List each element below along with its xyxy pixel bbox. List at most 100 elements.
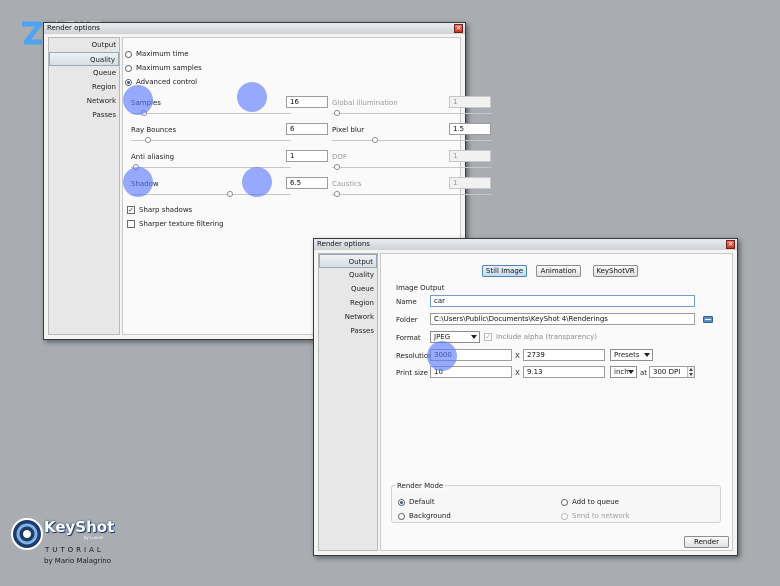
global-illumination-slider[interactable] bbox=[332, 110, 492, 116]
anti-aliasing-field[interactable]: 1 bbox=[286, 150, 328, 162]
slider-knob[interactable] bbox=[372, 137, 378, 143]
anti-aliasing-label: Anti aliasing bbox=[131, 153, 175, 161]
include-alpha-option[interactable]: ✓ Include alpha (transparency) bbox=[484, 331, 597, 343]
format-label: Format bbox=[396, 334, 421, 342]
brand-subtitle: TUTORIAL bbox=[45, 546, 104, 554]
radio-selected-icon[interactable] bbox=[398, 498, 405, 506]
checkbox-icon[interactable] bbox=[127, 220, 135, 228]
window-title: Render options bbox=[317, 240, 370, 248]
sharper-texture-option[interactable]: Sharper texture filtering bbox=[127, 218, 224, 230]
anti-aliasing-slider[interactable] bbox=[131, 164, 291, 170]
radio-icon[interactable] bbox=[125, 50, 132, 58]
radio-icon[interactable] bbox=[125, 64, 132, 72]
keyshotvr-button[interactable]: KeyShotVR bbox=[593, 265, 638, 277]
mode-send-to-network[interactable]: Send to network bbox=[561, 510, 630, 522]
radio-selected-icon[interactable] bbox=[125, 78, 132, 86]
mode-max-time[interactable]: Maximum time bbox=[125, 48, 189, 60]
sidebar-item-passes[interactable]: Passes bbox=[49, 108, 119, 122]
ray-bounces-label: Ray Bounces bbox=[131, 126, 177, 134]
sidebar-item-output[interactable]: Output bbox=[49, 38, 119, 52]
radio-disabled-icon[interactable] bbox=[561, 512, 568, 520]
sidebar-item-quality[interactable]: Quality bbox=[319, 268, 377, 282]
resolution-height-field[interactable]: 2739 bbox=[523, 349, 605, 361]
animation-button[interactable]: Animation bbox=[536, 265, 581, 277]
brand-name: KeyShot bbox=[44, 518, 115, 536]
brand-tagline: by Luxion bbox=[84, 535, 104, 540]
window-title: Render options bbox=[47, 24, 100, 32]
sharp-shadows-option[interactable]: ✓ Sharp shadows bbox=[127, 204, 192, 216]
dof-slider[interactable] bbox=[332, 164, 492, 170]
print-height-field[interactable]: 9.13 bbox=[523, 366, 605, 378]
image-output-heading: Image Output bbox=[396, 284, 445, 292]
sidebar-item-quality[interactable]: Quality bbox=[49, 52, 119, 66]
mode-default[interactable]: Default bbox=[398, 496, 435, 508]
still-image-button[interactable]: Still Image bbox=[482, 265, 527, 277]
window-titlebar[interactable]: Render options bbox=[44, 23, 465, 34]
brand-author: by Mario Malagrino bbox=[44, 557, 112, 565]
highlight-samples bbox=[123, 85, 153, 115]
dof-label: DOF bbox=[332, 153, 347, 161]
render-button[interactable]: Render bbox=[684, 536, 729, 548]
window-titlebar[interactable]: Render options bbox=[314, 239, 737, 250]
keyshot-logo-icon bbox=[11, 518, 43, 550]
output-panel: Still Image Animation KeyShotVR Image Ou… bbox=[380, 253, 733, 551]
sidebar-item-network[interactable]: Network bbox=[49, 94, 119, 108]
sidebar-item-passes[interactable]: Passes bbox=[319, 324, 377, 338]
dof-field[interactable]: 1 bbox=[449, 150, 491, 162]
close-icon[interactable]: × bbox=[726, 240, 735, 249]
dpi-field[interactable]: 300 DPI bbox=[649, 366, 695, 378]
sidebar-item-queue[interactable]: Queue bbox=[319, 282, 377, 296]
checkbox-checked-icon[interactable]: ✓ bbox=[127, 206, 135, 214]
caustics-field[interactable]: 1 bbox=[449, 177, 491, 189]
pixel-blur-field[interactable]: 1.5 bbox=[449, 123, 491, 135]
sidebar-item-region[interactable]: Region bbox=[319, 296, 377, 310]
print-size-label: Print size bbox=[396, 369, 428, 377]
highlight-shadow-field bbox=[242, 167, 272, 197]
keyshot-tutorial-branding: KeyShot by Luxion TUTORIAL by Mario Mala… bbox=[8, 513, 123, 573]
sidebar-nav: Output Quality Queue Region Network Pass… bbox=[318, 253, 378, 551]
sidebar-item-output[interactable]: Output bbox=[319, 254, 377, 268]
folder-field[interactable]: C:\Users\Public\Documents\KeyShot 4\Rend… bbox=[430, 313, 695, 325]
ray-bounces-field[interactable]: 6 bbox=[286, 123, 328, 135]
slider-knob[interactable] bbox=[145, 137, 151, 143]
slider-knob[interactable] bbox=[334, 110, 340, 116]
pixel-blur-label: Pixel blur bbox=[332, 126, 365, 134]
radio-icon[interactable] bbox=[561, 498, 568, 506]
chevron-down-icon bbox=[471, 335, 477, 339]
highlight-samples-field bbox=[237, 82, 267, 112]
close-icon[interactable]: × bbox=[454, 24, 463, 33]
sidebar-item-queue[interactable]: Queue bbox=[49, 66, 119, 80]
sidebar-item-network[interactable]: Network bbox=[319, 310, 377, 324]
shadow-field[interactable]: 6.5 bbox=[286, 177, 328, 189]
samples-field[interactable]: 16 bbox=[286, 96, 328, 108]
resolution-x-separator: X bbox=[515, 352, 520, 360]
slider-knob[interactable] bbox=[227, 191, 233, 197]
slider-knob[interactable] bbox=[334, 164, 340, 170]
name-field[interactable]: car bbox=[430, 295, 695, 307]
samples-slider[interactable] bbox=[131, 110, 291, 116]
global-illumination-field[interactable]: 1 bbox=[449, 96, 491, 108]
caustics-label: Caustics bbox=[332, 180, 362, 188]
shadow-slider[interactable] bbox=[131, 191, 291, 197]
folder-browse-icon[interactable] bbox=[703, 315, 713, 323]
mode-max-samples[interactable]: Maximum samples bbox=[125, 62, 202, 74]
highlight-resolution bbox=[427, 341, 457, 371]
print-unit-dropdown[interactable]: inch bbox=[610, 366, 637, 378]
name-label: Name bbox=[396, 298, 417, 306]
mode-background[interactable]: Background bbox=[398, 510, 451, 522]
ray-bounces-slider[interactable] bbox=[131, 137, 291, 143]
print-x-separator: X bbox=[515, 369, 520, 377]
caustics-slider[interactable] bbox=[332, 191, 492, 197]
folder-label: Folder bbox=[396, 316, 418, 324]
pixel-blur-slider[interactable] bbox=[332, 137, 492, 143]
checkbox-disabled-icon[interactable]: ✓ bbox=[484, 333, 492, 341]
spinner-arrows-icon[interactable] bbox=[687, 367, 694, 377]
presets-dropdown[interactable]: Presets bbox=[610, 349, 653, 361]
sidebar-item-region[interactable]: Region bbox=[49, 80, 119, 94]
global-illumination-label: Global illumination bbox=[332, 99, 398, 107]
render-mode-heading: Render Mode bbox=[395, 481, 446, 491]
slider-knob[interactable] bbox=[334, 191, 340, 197]
radio-icon[interactable] bbox=[398, 512, 405, 520]
sidebar-nav: Output Quality Queue Region Network Pass… bbox=[48, 37, 120, 335]
mode-add-to-queue[interactable]: Add to queue bbox=[561, 496, 619, 508]
